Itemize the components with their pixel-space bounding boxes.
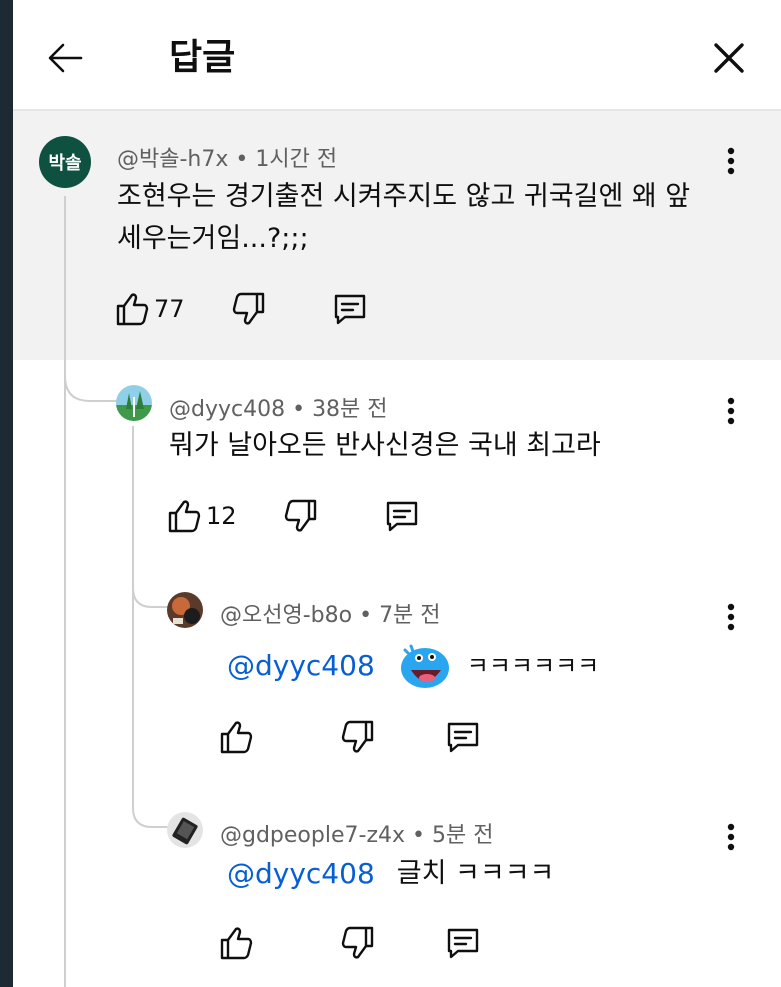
dislike-button[interactable] xyxy=(231,291,267,327)
comment-actions xyxy=(218,924,482,962)
reply-icon xyxy=(447,928,479,959)
like-button[interactable] xyxy=(218,719,254,755)
thumb-down-icon xyxy=(341,720,374,753)
like-button[interactable] xyxy=(218,925,254,961)
background-strip xyxy=(0,0,13,987)
thumb-up-icon xyxy=(168,500,201,533)
close-icon xyxy=(714,43,744,73)
thumb-up-icon xyxy=(116,293,149,326)
emoji-sticker-icon xyxy=(400,644,449,688)
reply-icon xyxy=(447,722,479,753)
comment-text: 조현우는 경기출전 시켜주지도 않고 귀국길엔 왜 앞세우는거임...?;;; xyxy=(117,181,691,254)
reply-button[interactable] xyxy=(331,290,369,328)
reply-icon xyxy=(334,294,365,325)
thread-connector xyxy=(64,350,124,402)
timestamp: 7분 전 xyxy=(379,603,441,628)
thread-line xyxy=(132,426,134,806)
author-name[interactable]: @gdpeople7-z4x xyxy=(220,823,405,848)
reply-icon xyxy=(386,501,417,532)
reply-button[interactable] xyxy=(444,924,482,962)
author-name[interactable]: @박솔-h7x xyxy=(117,147,228,172)
comment-body: ㅋㅋㅋㅋㅋㅋ xyxy=(466,652,600,680)
comment-actions: 12 xyxy=(166,497,421,535)
timestamp: 1시간 전 xyxy=(255,147,338,172)
comment-actions: 77 xyxy=(114,290,369,328)
more-vert-icon xyxy=(727,147,735,175)
timestamp: 38분 전 xyxy=(312,397,388,422)
reply-button[interactable] xyxy=(383,497,421,535)
comment-text: 뭐가 날아오든 반사신경은 국내 최고라 xyxy=(169,430,601,461)
page-title: 답글 xyxy=(169,37,236,78)
close-button[interactable] xyxy=(705,34,753,82)
thread-connector xyxy=(132,790,172,828)
dislike-button[interactable] xyxy=(340,925,376,961)
dislike-button[interactable] xyxy=(283,498,319,534)
thumb-up-icon xyxy=(220,927,253,960)
avatar[interactable] xyxy=(167,592,203,628)
comment-meta: @dyyc408 • 38분 전 xyxy=(169,397,388,422)
timestamp: 5분 전 xyxy=(431,823,494,848)
comment-meta: @박솔-h7x • 1시간 전 xyxy=(117,147,338,172)
thread-connector xyxy=(132,570,172,608)
like-button[interactable]: 77 xyxy=(114,291,185,327)
thumb-down-icon xyxy=(232,292,264,325)
more-vert-icon xyxy=(727,397,735,425)
author-name[interactable]: @오선영-b8o xyxy=(220,603,352,628)
author-name[interactable]: @dyyc408 xyxy=(169,397,285,422)
thumb-up-icon xyxy=(220,721,253,754)
comment-meta: @gdpeople7-z4x • 5분 전 xyxy=(220,823,494,848)
comment-actions xyxy=(218,718,482,756)
mention-link[interactable]: @dyyc408 xyxy=(227,645,375,687)
avatar[interactable] xyxy=(167,812,203,848)
back-arrow-icon xyxy=(48,43,83,73)
reply-button[interactable] xyxy=(444,718,482,756)
more-vert-icon xyxy=(727,603,735,631)
avatar-image xyxy=(167,812,203,848)
avatar-image xyxy=(167,592,203,628)
like-count: 77 xyxy=(154,295,185,323)
like-count: 12 xyxy=(206,502,237,530)
comment-text: @dyyc408 ㅋㅋㅋㅋㅋㅋ xyxy=(227,640,707,692)
avatar[interactable] xyxy=(116,385,152,421)
comment-meta: @오선영-b8o • 7분 전 xyxy=(220,603,441,628)
thumb-down-icon xyxy=(284,499,316,532)
more-options-button[interactable] xyxy=(717,391,745,431)
more-options-button[interactable] xyxy=(717,141,745,181)
replies-sheet: 답글 박솔 @박솔-h7x • 1시간 전 조현우는 경기출전 시켜주지도 않고… xyxy=(13,0,781,987)
more-options-button[interactable] xyxy=(717,597,745,637)
avatar[interactable]: 박솔 xyxy=(39,136,91,188)
comment-body: 글치 ㅋㅋㅋㅋ xyxy=(396,858,555,889)
header: 답글 xyxy=(13,0,781,111)
avatar-image xyxy=(116,385,152,421)
like-button[interactable]: 12 xyxy=(166,498,237,534)
thread-line xyxy=(64,196,66,987)
back-button[interactable] xyxy=(41,34,89,82)
mention-link[interactable]: @dyyc408 xyxy=(227,853,375,895)
dislike-button[interactable] xyxy=(340,719,376,755)
thumb-down-icon xyxy=(341,926,374,959)
comment-text: @dyyc408 글치 ㅋㅋㅋㅋ xyxy=(227,853,707,895)
more-options-button[interactable] xyxy=(717,817,745,857)
more-vert-icon xyxy=(727,823,735,851)
